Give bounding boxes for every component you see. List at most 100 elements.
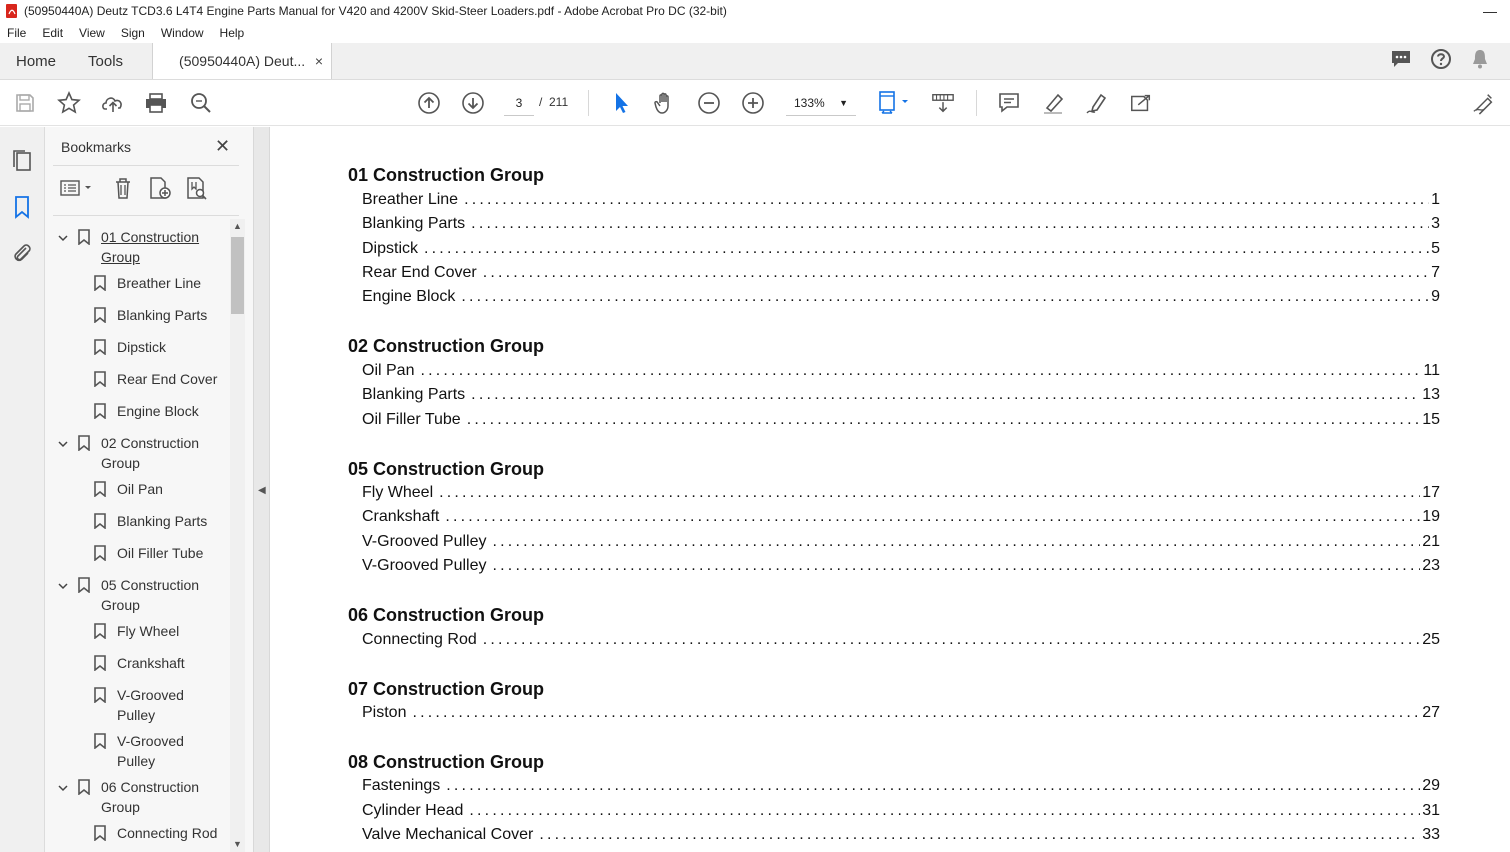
hand-tool-icon[interactable] xyxy=(653,91,677,115)
toc-page-number: 13 xyxy=(1422,386,1440,403)
menu-view[interactable]: View xyxy=(71,26,113,40)
bookmark-group[interactable]: 06 Construction Group xyxy=(45,777,230,817)
toc-entry[interactable]: Blanking Parts..........................… xyxy=(362,215,1440,237)
page-thumbnails-icon[interactable] xyxy=(10,149,34,173)
upload-cloud-icon[interactable] xyxy=(101,91,125,115)
notification-bell-icon[interactable] xyxy=(1470,48,1490,75)
select-cursor-icon[interactable] xyxy=(609,91,633,115)
toc-leader-dots: ........................................… xyxy=(466,411,1421,428)
page-number-input[interactable]: 3 xyxy=(504,90,534,116)
chevron-down-icon[interactable] xyxy=(57,437,69,457)
toc-entry[interactable]: V-Grooved Pulley........................… xyxy=(362,557,1440,579)
toc-page-number: 9 xyxy=(1431,288,1440,305)
comment-bubble-icon[interactable] xyxy=(1390,49,1412,74)
divider xyxy=(53,165,239,166)
toc-entry[interactable]: Blanking Parts..........................… xyxy=(362,386,1440,408)
menu-window[interactable]: Window xyxy=(153,26,212,40)
toc-entry[interactable]: Oil Filler Tube.........................… xyxy=(362,411,1440,433)
toc-entry[interactable]: Connecting Rod..........................… xyxy=(362,631,1440,653)
bookmarks-panel-icon[interactable] xyxy=(10,195,34,219)
tab-tools[interactable]: Tools xyxy=(72,43,139,79)
bookmark-item[interactable]: V-Grooved Pulley xyxy=(45,685,230,725)
menu-help[interactable]: Help xyxy=(212,26,253,40)
bookmark-group[interactable]: 01 Construction Group xyxy=(45,227,230,267)
star-icon[interactable] xyxy=(57,91,81,115)
attachments-icon[interactable] xyxy=(10,241,34,265)
page-fit-icon[interactable] xyxy=(876,91,912,115)
toc-entry-name: Blanking Parts xyxy=(362,215,466,232)
toc-leader-dots: ........................................… xyxy=(445,508,1420,525)
scrollbar-thumb[interactable] xyxy=(231,237,244,314)
toc-entry-name: Oil Pan xyxy=(362,362,415,379)
panel-splitter[interactable]: ◀ xyxy=(253,127,270,852)
help-icon[interactable] xyxy=(1430,48,1452,75)
menu-file[interactable]: File xyxy=(0,26,34,40)
toc-page-number: 1 xyxy=(1431,191,1440,208)
toc-entry[interactable]: Cylinder Head...........................… xyxy=(362,802,1440,824)
menu-sign[interactable]: Sign xyxy=(113,26,153,40)
bookmark-item[interactable]: Connecting Rod xyxy=(45,823,230,852)
toc-entry[interactable]: Fastenings..............................… xyxy=(362,777,1440,799)
bookmark-label: Oil Pan xyxy=(117,481,163,497)
zoom-in-icon[interactable] xyxy=(741,91,765,115)
menu-edit[interactable]: Edit xyxy=(34,26,71,40)
options-menu-icon[interactable] xyxy=(59,178,93,203)
bookmark-icon xyxy=(94,825,106,842)
toc-entry[interactable]: Piston..................................… xyxy=(362,704,1440,726)
chevron-down-icon[interactable] xyxy=(57,231,69,251)
bookmark-label: 01 Construction xyxy=(101,229,200,245)
bookmark-label: Blanking Parts xyxy=(117,307,208,323)
tab-document[interactable]: (50950440A) Deut... × xyxy=(152,43,333,79)
delete-bookmark-icon[interactable] xyxy=(113,177,133,204)
close-icon[interactable]: ✕ xyxy=(215,136,230,157)
scroll-mode-icon[interactable] xyxy=(931,91,955,115)
scroll-down-icon[interactable]: ▼ xyxy=(233,839,242,849)
next-page-icon[interactable] xyxy=(461,91,485,115)
bookmark-search-icon[interactable] xyxy=(185,176,209,205)
toc-page-number: 5 xyxy=(1431,240,1440,257)
toc-entry[interactable]: Valve Mechanical Cover..................… xyxy=(362,826,1440,848)
minimize-button[interactable]: — xyxy=(1470,3,1510,19)
chevron-down-icon[interactable] xyxy=(57,781,69,801)
toc-entry[interactable]: Breather Line...........................… xyxy=(362,191,1440,213)
print-icon[interactable] xyxy=(144,91,168,115)
bookmark-group[interactable]: 02 Construction Group xyxy=(45,433,230,473)
scroll-up-icon[interactable]: ▲ xyxy=(233,221,242,231)
toc-leader-dots: ........................................… xyxy=(439,484,1420,501)
add-comment-icon[interactable] xyxy=(997,91,1021,115)
collapse-panel-icon[interactable]: ◀ xyxy=(258,485,266,496)
zoom-out-icon[interactable] xyxy=(697,91,721,115)
toc-entry-name: Rear End Cover xyxy=(362,264,477,281)
highlight-pen-icon[interactable] xyxy=(1041,91,1065,115)
toc-entry[interactable]: Fly Wheel...............................… xyxy=(362,484,1440,506)
toc-entry[interactable]: V-Grooved Pulley........................… xyxy=(362,533,1440,555)
zoom-level-select[interactable]: 133% ▼ xyxy=(786,90,856,116)
toc-page-number: 29 xyxy=(1422,777,1440,794)
tab-home[interactable]: Home xyxy=(0,43,72,79)
toc-entry[interactable]: Engine Block............................… xyxy=(362,288,1440,310)
toc-entry[interactable]: Crankshaft..............................… xyxy=(362,508,1440,530)
chevron-down-icon: ▼ xyxy=(839,98,848,108)
draw-sign-icon[interactable] xyxy=(1085,91,1109,115)
find-text-icon[interactable] xyxy=(189,91,213,115)
save-icon[interactable] xyxy=(13,91,37,115)
bookmark-label: Oil Filler Tube xyxy=(117,545,204,561)
new-bookmark-icon[interactable] xyxy=(147,176,173,205)
toc-group-heading: 06 Construction Group xyxy=(348,605,545,625)
toolbar-divider xyxy=(976,90,977,116)
chevron-down-icon[interactable] xyxy=(57,579,69,599)
toc-entry[interactable]: Dipstick................................… xyxy=(362,240,1440,262)
tab-close-icon[interactable]: × xyxy=(315,53,323,69)
toc-entry-name: V-Grooved Pulley xyxy=(362,557,487,574)
toc-entry[interactable]: Oil Pan.................................… xyxy=(362,362,1440,384)
bookmark-item[interactable]: V-Grooved Pulley xyxy=(45,731,230,771)
bookmark-tools xyxy=(59,176,209,205)
bookmark-label: Connecting Rod xyxy=(117,825,218,841)
toc-group-heading: 08 Construction Group xyxy=(348,752,545,772)
fill-sign-icon[interactable] xyxy=(1472,91,1496,115)
bookmark-label: Breather Line xyxy=(117,275,202,291)
bookmark-group[interactable]: 05 Construction Group xyxy=(45,575,230,615)
toc-entry[interactable]: Rear End Cover..........................… xyxy=(362,264,1440,286)
previous-page-icon[interactable] xyxy=(417,91,441,115)
share-edit-icon[interactable] xyxy=(1129,91,1153,115)
